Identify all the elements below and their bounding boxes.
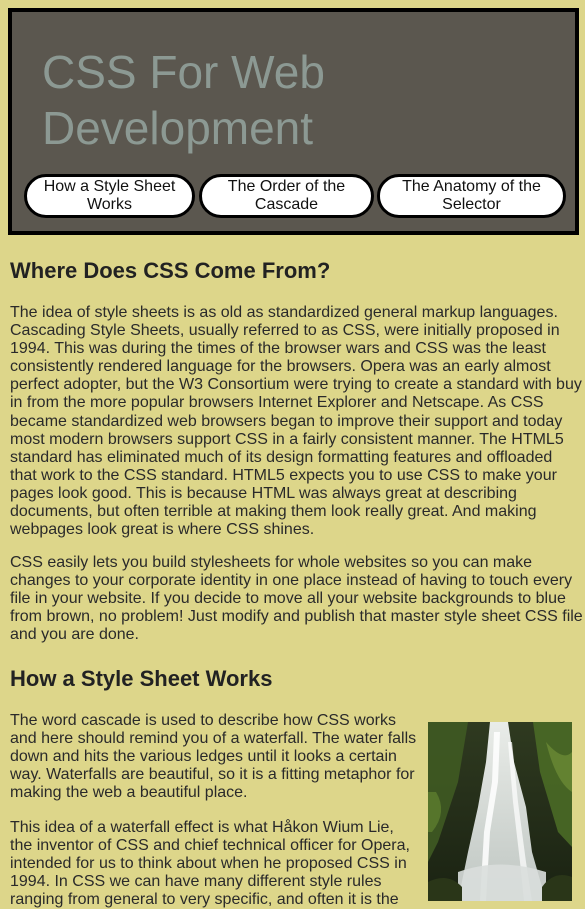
text-line: changes to your corporate identity in on… xyxy=(10,572,573,590)
nav-order-of-cascade[interactable]: The Order of the Cascade xyxy=(199,174,374,218)
site-title-line-2: Development xyxy=(42,102,314,154)
text-line: down and hits the various ledges until i… xyxy=(10,748,397,766)
text-line: perfect adopter, but the W3 Consortium w… xyxy=(10,376,582,394)
nav-label-line: The Anatomy of the xyxy=(402,178,541,195)
nav-label: How a Style Sheet Works xyxy=(44,178,176,214)
text-line: pages look good. This is because HTML wa… xyxy=(10,484,517,502)
waterfall-image xyxy=(428,722,572,901)
site-title-line-1: CSS For Web xyxy=(42,46,325,98)
text-line: Cascading Style Sheets, usually referred… xyxy=(10,322,560,340)
paragraph-cascade-waterfall: The word cascade is used to describe how… xyxy=(10,712,416,802)
nav-how-style-sheet-works[interactable]: How a Style Sheet Works xyxy=(24,174,195,218)
paragraph-hakon-wium-lie: This idea of a waterfall effect is what … xyxy=(10,819,410,909)
text-line: CSS easily lets you build stylesheets fo… xyxy=(10,554,533,571)
text-line: consistently rendered language for the b… xyxy=(10,358,551,376)
text-line: in from the more popular browsers Intern… xyxy=(10,394,544,412)
text-line: webpages look great is where CSS shines. xyxy=(10,521,315,539)
section-heading-how-style-sheet-works: How a Style Sheet Works xyxy=(10,666,273,691)
text-line: and here should remind you of a waterfal… xyxy=(10,730,417,748)
section-heading-where-css-comes-from: Where Does CSS Come From? xyxy=(10,258,331,283)
text-line: became standardized web browsers began t… xyxy=(10,412,563,430)
text-line: most modern browsers support CSS in a fa… xyxy=(10,430,564,448)
text-line: file in your website. If you decide to m… xyxy=(10,590,566,608)
text-line: the inventor of CSS and chief technical … xyxy=(10,837,410,855)
waterfall-illustration xyxy=(428,722,572,901)
nav-label: The Anatomy of the Selector xyxy=(402,178,541,214)
text-line: from brown, no problem! Just modify and … xyxy=(10,608,583,626)
nav-anatomy-of-selector[interactable]: The Anatomy of the Selector xyxy=(377,174,566,218)
text-line: documents, but often terrible at making … xyxy=(10,503,537,521)
site-header: CSS For Web Development How a Style Shee… xyxy=(8,8,579,235)
text-line: intended for us to think about when he p… xyxy=(10,855,407,873)
paragraph-css-history: The idea of style sheets is as old as st… xyxy=(10,304,582,539)
site-title: CSS For Web Development xyxy=(42,44,325,156)
paragraph-css-stylesheets: CSS easily lets you build stylesheets fo… xyxy=(10,554,583,644)
nav-label-line: How a Style Sheet xyxy=(43,178,176,195)
text-line: making the web a beautiful place. xyxy=(10,784,248,802)
text-line: that work to the CSS standard. HTML5 exp… xyxy=(10,466,557,484)
text-line: 1994. In CSS we can have many different … xyxy=(10,873,382,891)
text-line: This idea of a waterfall effect is what … xyxy=(10,819,394,836)
nav-label-line: Selector xyxy=(442,196,501,213)
nav-label-line: Works xyxy=(86,196,133,213)
text-line: and you are done. xyxy=(10,626,139,644)
text-line: The idea of style sheets is as old as st… xyxy=(10,304,558,321)
nav-label-line: Cascade xyxy=(254,196,319,213)
text-line: ranging from general to very specific, a… xyxy=(10,891,399,909)
text-line: The word cascade is used to describe how… xyxy=(10,712,396,729)
text-line: way. Waterfalls are beautiful, so it is … xyxy=(10,766,415,784)
text-line: standard has eliminated much of its desi… xyxy=(10,448,553,466)
nav-label: The Order of the Cascade xyxy=(228,178,345,214)
nav-label-line: The Order of the xyxy=(227,178,346,195)
text-line: 1994. This was during the times of the b… xyxy=(10,340,546,358)
